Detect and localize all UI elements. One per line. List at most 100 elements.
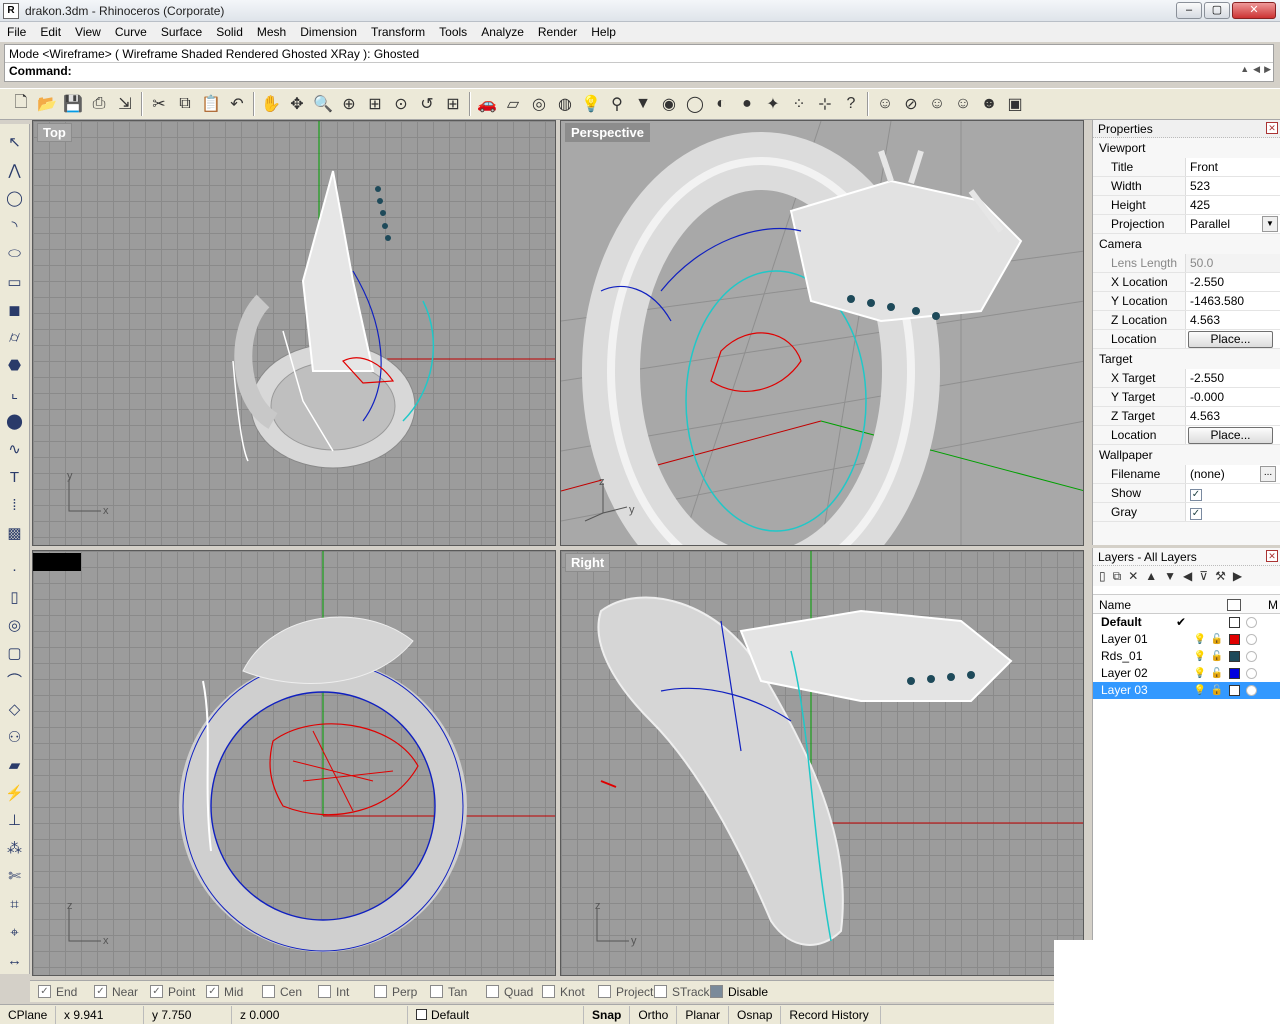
filter-icon[interactable]: ⊽ xyxy=(1199,569,1208,583)
menu-transform[interactable]: Transform xyxy=(364,22,432,42)
property-value[interactable]: (none)... xyxy=(1185,465,1280,483)
wireframe-sphere-icon[interactable]: ◯ xyxy=(682,91,708,117)
menu-mesh[interactable]: Mesh xyxy=(250,22,293,42)
select-icon[interactable]: ◎ xyxy=(526,91,552,117)
menu-file[interactable]: File xyxy=(0,22,33,42)
cylinder-icon[interactable]: ⌭ xyxy=(2,324,28,352)
viewport-right[interactable]: Right z y xyxy=(560,550,1084,976)
display-mode-1-icon[interactable]: ☺ xyxy=(872,91,898,117)
rectangle2-icon[interactable]: ▯ xyxy=(2,583,28,611)
property-checkbox-cell[interactable]: ✓ xyxy=(1185,503,1280,521)
new-icon[interactable]: 🗋 xyxy=(8,91,34,117)
checkbox[interactable] xyxy=(486,985,499,998)
layer-material-icon[interactable] xyxy=(1246,651,1257,662)
visibility-bulb-icon[interactable]: 💡 xyxy=(1191,648,1209,665)
zoom-icon[interactable]: 🔍 xyxy=(310,91,336,117)
layer-material-icon[interactable] xyxy=(1246,668,1257,679)
record-history-toggle[interactable]: Record History xyxy=(781,1005,882,1024)
display-mode-4-icon[interactable]: ☺ xyxy=(950,91,976,117)
print-icon[interactable]: ⎙ xyxy=(86,91,112,117)
osnap-knot[interactable]: Knot xyxy=(542,985,598,999)
zoom-selected-icon[interactable]: ⊙ xyxy=(388,91,414,117)
dimension-icon[interactable]: ↔ xyxy=(2,946,28,974)
new-layer-icon[interactable]: ▯ xyxy=(1099,569,1106,583)
sweep-icon[interactable]: ⚡ xyxy=(2,779,28,807)
cut-icon[interactable]: ✂ xyxy=(146,91,172,117)
zoom-window-icon[interactable]: ⊕ xyxy=(336,91,362,117)
rectangle3-icon[interactable]: ▢ xyxy=(2,639,28,667)
property-value[interactable]: 4.563 xyxy=(1185,311,1280,329)
visibility-bulb-icon[interactable]: 💡 xyxy=(1191,665,1209,682)
layer-row[interactable]: Layer 01 💡 🔓 xyxy=(1093,631,1280,648)
layer-color-swatch[interactable] xyxy=(1229,634,1240,645)
close-icon[interactable]: ✕ xyxy=(1266,550,1278,562)
viewport-label-perspective[interactable]: Perspective xyxy=(565,123,650,142)
lock-icon[interactable]: 🔓 xyxy=(1209,648,1225,665)
property-value[interactable]: -2.550 xyxy=(1185,273,1280,291)
property-button-cell[interactable]: Place... xyxy=(1185,426,1280,444)
new-sublayer-icon[interactable]: ⧉ xyxy=(1113,569,1122,584)
viewport-label-right[interactable]: Right xyxy=(565,553,611,572)
scroll-right-icon[interactable]: ▶ xyxy=(1264,64,1271,75)
solid-sphere-icon[interactable]: ⬤ xyxy=(2,407,28,435)
zoom-extents-icon[interactable]: ⊞ xyxy=(362,91,388,117)
osnap-tan[interactable]: Tan xyxy=(430,985,486,999)
menu-surface[interactable]: Surface xyxy=(154,22,209,42)
layer-row[interactable]: Layer 02 💡 🔓 xyxy=(1093,665,1280,682)
menu-view[interactable]: View xyxy=(68,22,108,42)
extrude-icon[interactable]: ⊥ xyxy=(2,806,28,834)
dropdown-arrow-icon[interactable]: ▼ xyxy=(1262,216,1278,232)
undo-icon[interactable]: ↶ xyxy=(224,91,250,117)
save-icon[interactable]: 💾 xyxy=(60,91,86,117)
layer-color-swatch[interactable] xyxy=(1229,668,1240,679)
group-icon[interactable]: ⁂ xyxy=(2,834,28,862)
column-material[interactable]: M xyxy=(1268,595,1280,613)
help-icon[interactable]: ? xyxy=(838,91,864,117)
checkbox[interactable]: ✓ xyxy=(38,985,51,998)
rectangle-icon[interactable]: ▭ xyxy=(2,268,28,296)
array-icon[interactable]: ⁞ xyxy=(2,491,28,519)
osnap-near[interactable]: ✓ Near xyxy=(94,985,150,999)
place-button[interactable]: Place... xyxy=(1188,331,1273,348)
menu-dimension[interactable]: Dimension xyxy=(293,22,364,42)
rendered-sphere-icon[interactable]: ● xyxy=(734,91,760,117)
menu-analyze[interactable]: Analyze xyxy=(474,22,531,42)
checkbox[interactable]: ✓ xyxy=(150,985,163,998)
checkbox[interactable] xyxy=(542,985,555,998)
checkbox[interactable] xyxy=(318,985,331,998)
osnap-project[interactable]: Project xyxy=(598,985,654,999)
trim-icon[interactable]: ✄ xyxy=(2,862,28,890)
command-input[interactable] xyxy=(78,64,978,78)
menu-curve[interactable]: Curve xyxy=(108,22,154,42)
current-layer-check-icon[interactable]: ✔ xyxy=(1171,614,1191,631)
circle-icon[interactable]: ◯ xyxy=(2,184,28,212)
property-value[interactable]: Front xyxy=(1185,158,1280,176)
lock-icon[interactable]: 🔓 xyxy=(1209,682,1225,699)
property-value[interactable]: -2.550 xyxy=(1185,369,1280,387)
plane-icon[interactable]: ▱ xyxy=(500,91,526,117)
menu-solid[interactable]: Solid xyxy=(209,22,250,42)
scroll-up-icon[interactable]: ▲ xyxy=(1240,64,1249,75)
fillet-icon[interactable]: ⌞ xyxy=(2,379,28,407)
surface-icon[interactable]: ◇ xyxy=(2,695,28,723)
checkbox[interactable] xyxy=(710,985,723,998)
minimize-button[interactable]: – xyxy=(1176,2,1202,19)
color-wheel-icon[interactable]: ◉ xyxy=(656,91,682,117)
property-value[interactable]: 4.563 xyxy=(1185,407,1280,425)
planar-toggle[interactable]: Planar xyxy=(677,1005,730,1024)
arc-icon[interactable]: ◝ xyxy=(2,212,28,240)
viewport-label-top[interactable]: Top xyxy=(37,123,72,142)
lock-icon[interactable]: 🔓 xyxy=(1209,631,1225,648)
tools-icon[interactable]: ⚒ xyxy=(1215,569,1226,583)
boolean-icon[interactable]: ⬣ xyxy=(2,352,28,380)
osnap-end[interactable]: ✓ End xyxy=(38,985,94,999)
transform-icon[interactable]: ⊹ xyxy=(812,91,838,117)
select-arrow-icon[interactable]: ↖ xyxy=(2,128,28,156)
point-icon[interactable]: · xyxy=(2,555,28,583)
car-icon[interactable]: 🚗 xyxy=(474,91,500,117)
layer-color-swatch[interactable] xyxy=(1229,617,1240,628)
checkbox[interactable] xyxy=(430,985,443,998)
column-name[interactable]: Name xyxy=(1093,595,1227,613)
render-icon[interactable]: ✦ xyxy=(760,91,786,117)
property-value[interactable]: Parallel ▼ xyxy=(1185,215,1280,233)
